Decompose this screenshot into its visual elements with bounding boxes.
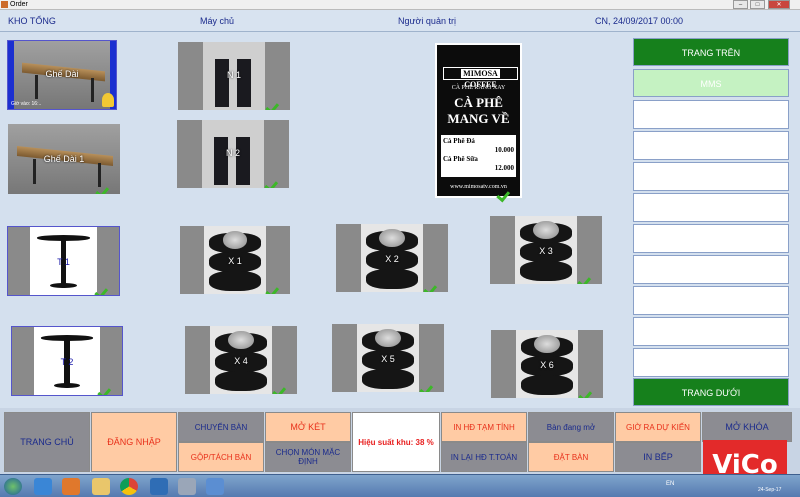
expected-out-button[interactable]: GIỜ RA DỰ KIẾN (615, 412, 701, 442)
table-label: Ghế Dài 1 (43, 154, 85, 164)
store-name: KHO TỔNG (8, 16, 56, 26)
table-label: Ghế Dài (45, 69, 79, 79)
table-tile[interactable]: T 2 (11, 326, 123, 396)
sign-line2: MANG VỀ (447, 111, 510, 126)
print-kitchen-button[interactable]: IN BẾP (615, 442, 701, 472)
table-label: T 2 (60, 357, 74, 367)
person-icon (102, 93, 114, 107)
table-tile[interactable]: N 2 (177, 120, 289, 188)
table-time-note: Giờ vào: 16:.. (11, 101, 42, 107)
table-tile[interactable]: Ghế Dài 1 (8, 124, 120, 194)
chrome-icon[interactable] (120, 478, 138, 495)
close-button[interactable]: ✕ (768, 0, 790, 9)
table-tile[interactable]: X 5 (332, 324, 444, 392)
action-bar: TRANG CHỦ ĐĂNG NHẬP CHUYỂN BÀN GỘP/TÁCH … (0, 408, 800, 474)
merge-split-button[interactable]: GỘP/TÁCH BÀN (178, 442, 264, 472)
area-efficiency: Hiệu suất khu: 38 % (352, 412, 440, 472)
tray-date: 24-Sep-17 (758, 487, 782, 493)
table-tile[interactable]: T 1 (7, 226, 120, 296)
table-tile[interactable]: X 1 (180, 226, 290, 294)
check-icon (431, 279, 445, 289)
area-slot-empty[interactable] (633, 193, 789, 222)
table-tile[interactable]: X 4 (185, 326, 297, 394)
table-label: N 2 (225, 148, 240, 158)
remote-icon[interactable] (150, 478, 168, 495)
table-tile[interactable]: Ghế Dài Giờ vào: 16:.. (7, 40, 117, 110)
machine-name: Máy chủ (200, 16, 235, 26)
user-role: Người quản trị (398, 16, 456, 26)
start-icon[interactable] (4, 478, 22, 495)
printer-icon[interactable] (178, 478, 196, 495)
print-temp-bill-button[interactable]: IN HĐ TẠM TÍNH (441, 412, 527, 442)
sign-line1: CÀ PHÊ (454, 95, 503, 110)
check-icon (585, 271, 599, 281)
app-icon (1, 1, 8, 8)
unlock-button[interactable]: MỞ KHÓA (702, 412, 792, 442)
login-button[interactable]: ĐĂNG NHẬP (91, 412, 177, 472)
open-drawer-button[interactable]: MỞ KÉT (265, 412, 351, 442)
area-item[interactable]: MMS (633, 69, 789, 97)
ie-icon[interactable] (34, 478, 52, 495)
area-slot-empty[interactable] (633, 224, 789, 253)
default-dish-button[interactable]: CHỌN MÓN MẶC ĐỊNH (265, 442, 351, 472)
order-app-icon[interactable] (206, 478, 224, 495)
area-slot-empty[interactable] (633, 286, 789, 315)
open-tables-button[interactable]: Bàn đang mở (528, 412, 614, 442)
table-label: X 6 (540, 360, 554, 370)
page-up-button[interactable]: TRANG TRÊN (633, 38, 789, 66)
table-tile[interactable]: X 2 (336, 224, 448, 292)
table-label: N 1 (226, 70, 241, 80)
check-icon (105, 382, 119, 392)
check-icon (273, 97, 287, 107)
table-label: X 3 (539, 246, 553, 256)
check-icon (280, 381, 294, 391)
move-table-button[interactable]: CHUYỂN BÀN (178, 412, 264, 442)
table-label: T 1 (57, 257, 70, 267)
info-bar: KHO TỔNG Máy chủ Người quản trị CN, 24/0… (0, 10, 800, 32)
area-slot-empty[interactable] (633, 255, 789, 284)
menu-sign-image[interactable]: MIMOSA COFFEE CÀ PHÊ RANG XAY CÀ PHÊ MAN… (435, 43, 522, 198)
window-title: Order (10, 1, 28, 8)
table-label: X 5 (381, 354, 395, 364)
area-slot-empty[interactable] (633, 162, 789, 191)
minimize-button[interactable]: – (733, 0, 748, 9)
sign-brand: MIMOSA COFFEE (443, 67, 518, 89)
area-slot-empty[interactable] (633, 348, 789, 377)
home-button[interactable]: TRANG CHỦ (4, 412, 90, 472)
table-tile[interactable]: X 3 (490, 216, 602, 284)
page-down-button[interactable]: TRANG DƯỚI (633, 378, 789, 406)
area-slot-empty[interactable] (633, 131, 789, 160)
check-icon (103, 181, 117, 191)
table-label: X 4 (234, 356, 248, 366)
area-slot-empty[interactable] (633, 100, 789, 129)
taskbar: EN 24-Sep-17 (0, 474, 800, 497)
sign-menu: Cà Phê Đá 10.000 Cà Phê Sữa 12.000 (441, 135, 516, 177)
maximize-button[interactable]: □ (750, 0, 765, 9)
language-indicator[interactable]: EN (666, 481, 674, 487)
window-titlebar: Order – □ ✕ (0, 0, 800, 10)
check-icon (273, 281, 287, 291)
reprint-bill-button[interactable]: IN LẠI HĐ T.TOÁN (441, 442, 527, 472)
media-player-icon[interactable] (62, 478, 80, 495)
table-tile[interactable]: N 1 (178, 42, 290, 110)
reserve-table-button[interactable]: ĐẶT BÀN (528, 442, 614, 472)
table-label: X 2 (385, 254, 399, 264)
table-tile[interactable]: X 6 (491, 330, 603, 398)
table-label: X 1 (228, 256, 242, 266)
check-icon (102, 282, 116, 292)
folder-icon[interactable] (92, 478, 110, 495)
check-icon (272, 175, 286, 185)
check-icon (427, 379, 441, 389)
sign-subtitle: CÀ PHÊ RANG XAY (451, 85, 506, 91)
check-icon (586, 385, 600, 395)
area-slot-empty[interactable] (633, 317, 789, 346)
check-icon (504, 185, 518, 195)
datetime: CN, 24/09/2017 00:00 (595, 16, 684, 26)
